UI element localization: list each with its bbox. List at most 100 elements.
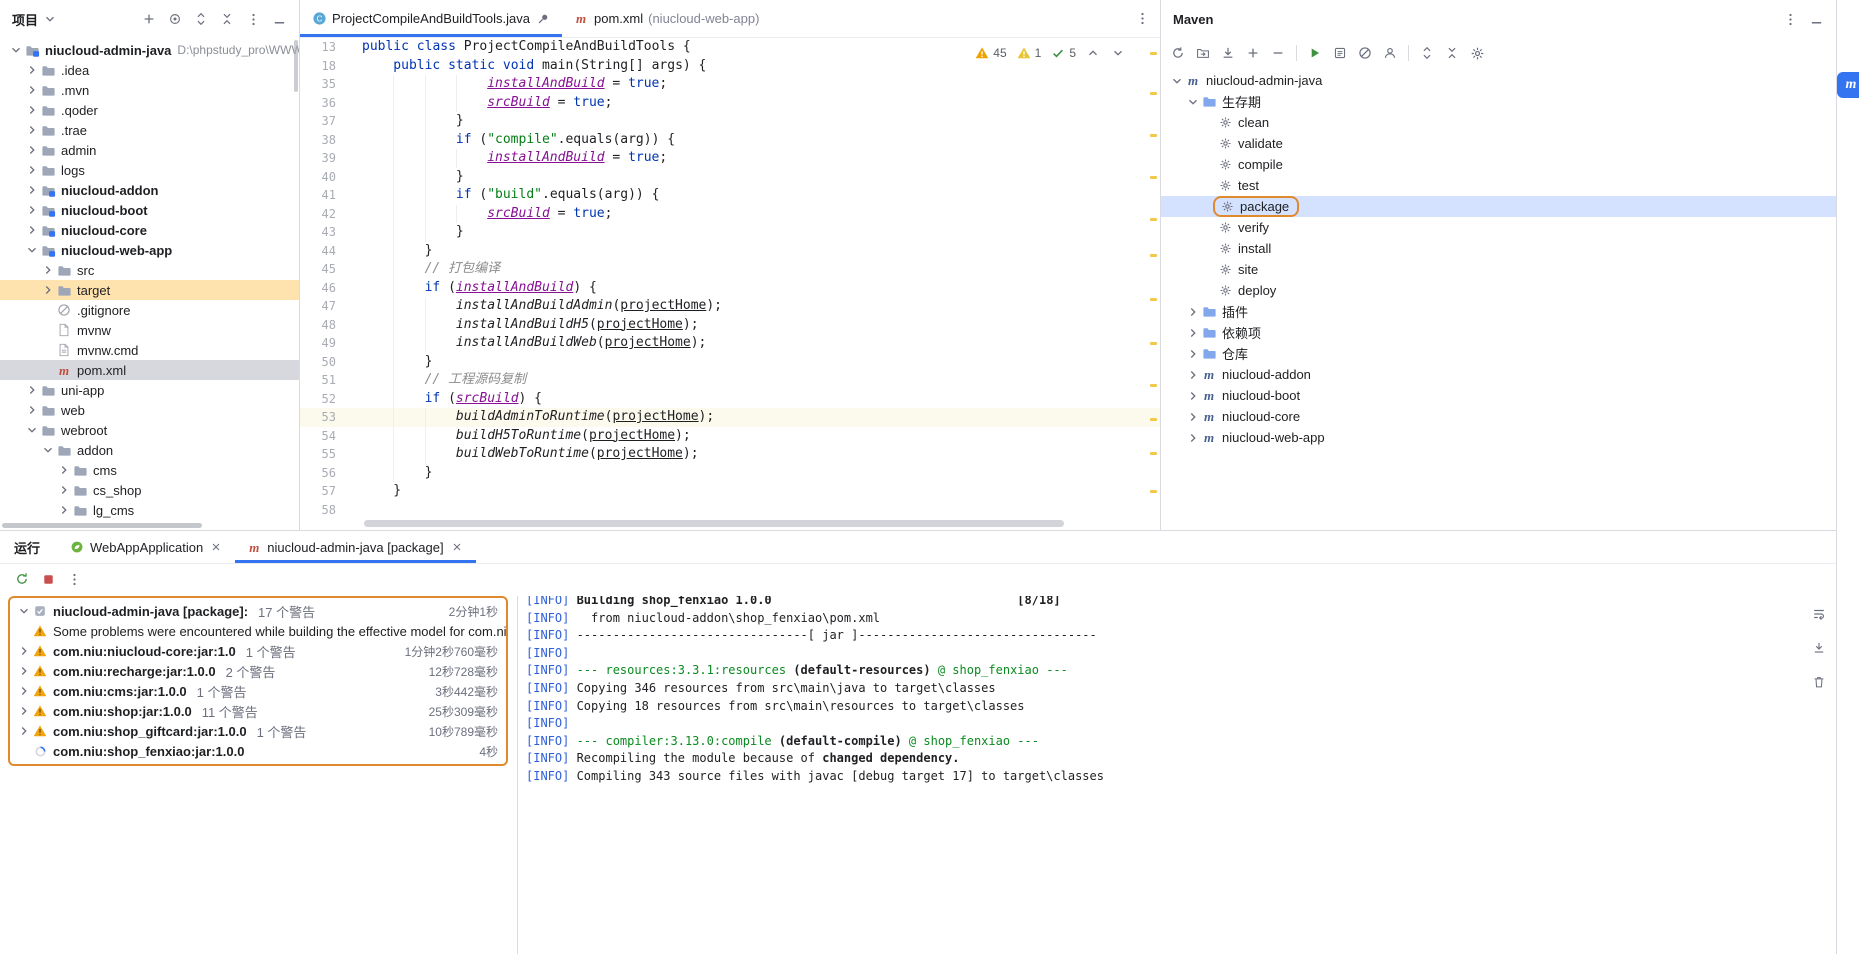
scroll-end-button[interactable]: [1807, 636, 1831, 660]
chevron-right-icon[interactable]: [24, 402, 40, 418]
project-tree-item[interactable]: mpom.xml: [0, 360, 299, 380]
code-line[interactable]: 35installAndBuild = true;: [300, 75, 1160, 94]
maven-tree-item[interactable]: deploy: [1161, 280, 1836, 301]
build-tree-row[interactable]: com.niu:niucloud-core:jar:1.01 个警告1分钟2秒7…: [10, 641, 506, 661]
chevron-right-icon[interactable]: [56, 462, 72, 478]
chevron-down-icon[interactable]: [24, 242, 40, 258]
code-line[interactable]: 56}: [300, 464, 1160, 483]
code-line[interactable]: 50}: [300, 353, 1160, 372]
close-icon[interactable]: [208, 539, 224, 555]
chevron-right-icon[interactable]: [24, 202, 40, 218]
chevron-right-icon[interactable]: [56, 502, 72, 518]
editor-horizontal-scrollbar[interactable]: [364, 520, 1064, 527]
code-line[interactable]: 54buildH5ToRuntime(projectHome);: [300, 427, 1160, 446]
code-line[interactable]: 57}: [300, 482, 1160, 501]
code-line[interactable]: 48installAndBuildH5(projectHome);: [300, 316, 1160, 335]
maven-tree-item[interactable]: 生存期: [1161, 91, 1836, 112]
skip-tests-button[interactable]: [1353, 41, 1377, 65]
maven-tree-item[interactable]: clean: [1161, 112, 1836, 133]
project-tree-item[interactable]: cms: [0, 460, 299, 480]
project-tree-item[interactable]: admin: [0, 140, 299, 160]
chevron-down-icon[interactable]: [8, 42, 24, 58]
profile-button[interactable]: [1378, 41, 1402, 65]
code-line[interactable]: 39installAndBuild = true;: [300, 149, 1160, 168]
chevron-right-icon[interactable]: [24, 62, 40, 78]
chevron-down-icon[interactable]: [24, 422, 40, 438]
stop-button[interactable]: [36, 567, 60, 591]
maven-tree-item[interactable]: site: [1161, 259, 1836, 280]
chevron-right-icon[interactable]: [1185, 388, 1201, 404]
inspections-widget[interactable]: 45 1 5: [970, 43, 1130, 63]
code-line[interactable]: 51// 工程源码复制: [300, 371, 1160, 390]
project-horizontal-scrollbar[interactable]: [2, 523, 202, 528]
run-tab[interactable]: mniucloud-admin-java [package]: [235, 531, 475, 563]
chevron-right-icon[interactable]: [24, 162, 40, 178]
remove-button[interactable]: [1266, 41, 1290, 65]
build-tree-row[interactable]: Some problems were encountered while bui…: [10, 621, 506, 641]
project-tree-item[interactable]: mvnw: [0, 320, 299, 340]
project-tree-item[interactable]: .mvn: [0, 80, 299, 100]
maven-tree-item[interactable]: compile: [1161, 154, 1836, 175]
project-tree-item[interactable]: src: [0, 260, 299, 280]
chevron-down-icon[interactable]: [1185, 94, 1201, 110]
maven-tree-item[interactable]: install: [1161, 238, 1836, 259]
generate-button[interactable]: [1191, 41, 1215, 65]
project-tree-item[interactable]: niucloud-admin-javaD:\phpstudy_pro\WWW\n…: [0, 40, 299, 60]
code-line[interactable]: 53buildAdminToRuntime(projectHome);: [300, 408, 1160, 427]
project-tree-item[interactable]: logs: [0, 160, 299, 180]
more-button[interactable]: [62, 567, 86, 591]
run-button[interactable]: [1303, 41, 1327, 65]
project-tree-item[interactable]: niucloud-web-app: [0, 240, 299, 260]
code-editor[interactable]: 13public class ProjectCompileAndBuildToo…: [300, 38, 1160, 530]
project-panel-title[interactable]: 项目: [8, 10, 38, 29]
expand-all-button[interactable]: [1415, 41, 1439, 65]
maven-tree-item[interactable]: 插件: [1161, 301, 1836, 322]
chevron-right-icon[interactable]: [16, 663, 32, 679]
locate-button[interactable]: [163, 7, 187, 31]
project-tree-item[interactable]: .qoder: [0, 100, 299, 120]
chevron-right-icon[interactable]: [1185, 367, 1201, 383]
project-tree-item[interactable]: target: [0, 280, 299, 300]
chevron-down-icon[interactable]: [40, 442, 56, 458]
build-tree-row[interactable]: com.niu:shop_fenxiao:jar:1.0.04秒: [10, 741, 506, 761]
chevron-right-icon[interactable]: [24, 182, 40, 198]
code-line[interactable]: 36srcBuild = true;: [300, 94, 1160, 113]
project-tree-item[interactable]: addon: [0, 440, 299, 460]
clear-button[interactable]: [1807, 670, 1831, 694]
chevron-right-icon[interactable]: [40, 262, 56, 278]
maven-tree-item[interactable]: mniucloud-web-app: [1161, 427, 1836, 448]
maven-tree-item[interactable]: test: [1161, 175, 1836, 196]
maven-tool-button[interactable]: m: [1837, 72, 1859, 98]
build-console[interactable]: [INFO] Building shop_fenxiao 1.0.0 [8/18…: [517, 596, 1802, 954]
hide-button[interactable]: [267, 7, 291, 31]
build-tree-row[interactable]: com.niu:cms:jar:1.0.01 个警告3秒442毫秒: [10, 681, 506, 701]
run-panel-title[interactable]: 运行: [0, 531, 58, 563]
chevron-right-icon[interactable]: [1185, 304, 1201, 320]
download-button[interactable]: [1216, 41, 1240, 65]
project-tree-item[interactable]: .idea: [0, 60, 299, 80]
rerun-button[interactable]: [10, 567, 34, 591]
collapse-all-button[interactable]: [1440, 41, 1464, 65]
chevron-right-icon[interactable]: [1185, 430, 1201, 446]
maven-tree-item[interactable]: package: [1161, 196, 1836, 217]
chevron-right-icon[interactable]: [16, 683, 32, 699]
maven-tree-item[interactable]: mniucloud-core: [1161, 406, 1836, 427]
add-button[interactable]: [137, 7, 161, 31]
project-tree-item[interactable]: mvnw.cmd: [0, 340, 299, 360]
code-line[interactable]: 52if (srcBuild) {: [300, 390, 1160, 409]
run-tab[interactable]: WebAppApplication: [58, 531, 235, 563]
chevron-right-icon[interactable]: [24, 82, 40, 98]
more-button[interactable]: [241, 7, 265, 31]
code-line[interactable]: 46if (installAndBuild) {: [300, 279, 1160, 298]
editor-options-button[interactable]: [1130, 7, 1154, 31]
project-tree-item[interactable]: niucloud-core: [0, 220, 299, 240]
chevron-right-icon[interactable]: [16, 723, 32, 739]
code-line[interactable]: 44}: [300, 242, 1160, 261]
collapse-all-button[interactable]: [215, 7, 239, 31]
build-tree-row[interactable]: com.niu:shop_giftcard:jar:1.0.01 个警告10秒7…: [10, 721, 506, 741]
maven-tree-item[interactable]: 依赖项: [1161, 322, 1836, 343]
chevron-down-icon[interactable]: [16, 603, 32, 619]
chevron-right-icon[interactable]: [1185, 325, 1201, 341]
build-tree-row[interactable]: com.niu:recharge:jar:1.0.02 个警告12秒728毫秒: [10, 661, 506, 681]
project-vertical-scrollbar[interactable]: [294, 40, 298, 92]
